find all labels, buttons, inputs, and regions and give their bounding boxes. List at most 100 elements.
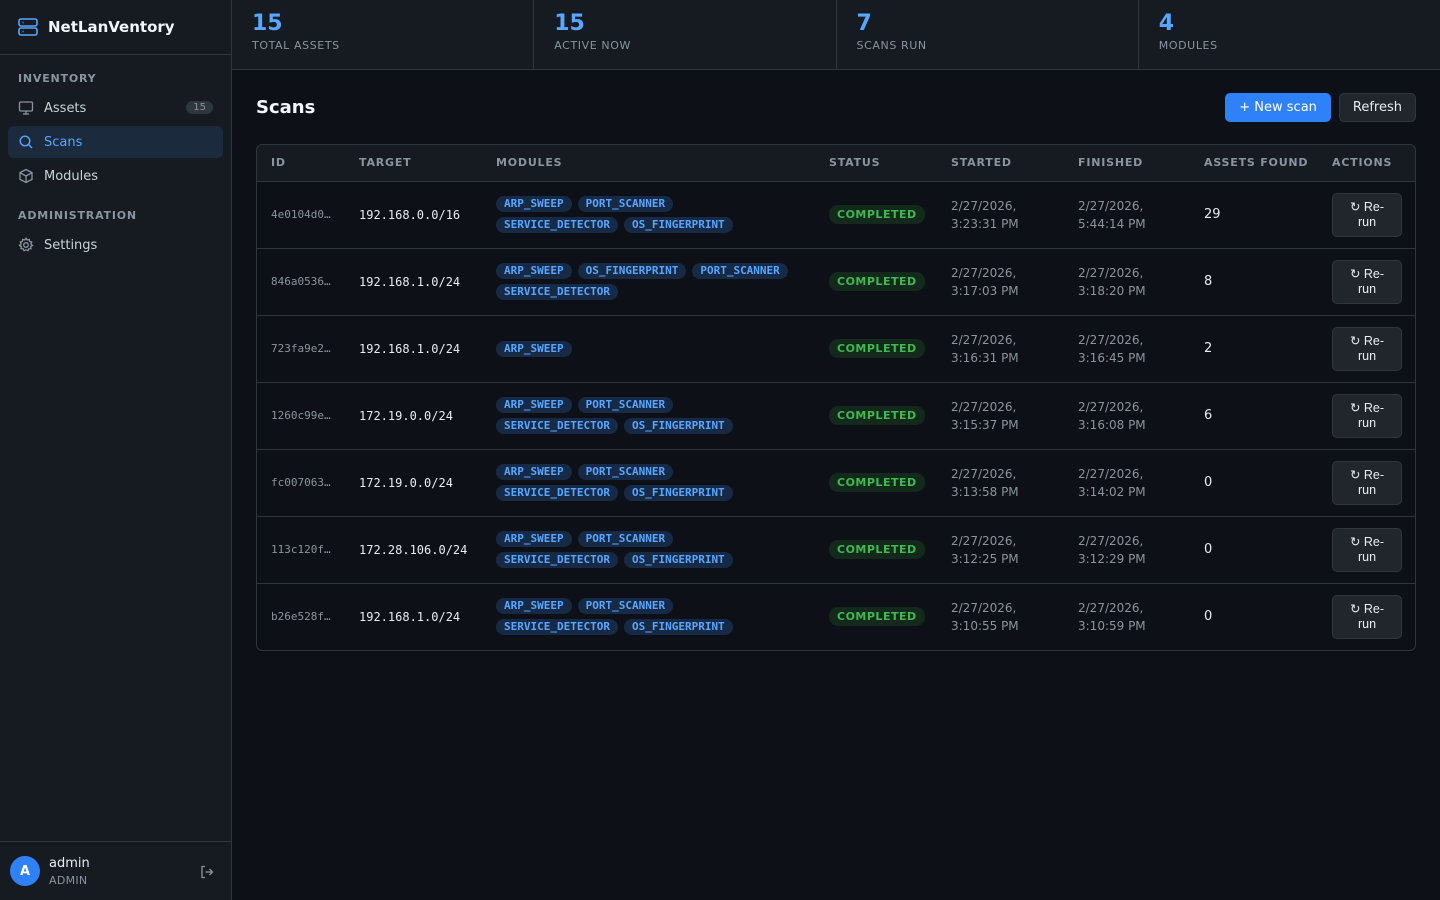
scan-started: 2/27/2026, 3:16:31 PM bbox=[937, 315, 1064, 382]
user-panel: A admin ADMIN bbox=[0, 841, 231, 900]
column-header[interactable]: STATUS bbox=[815, 145, 937, 182]
column-header[interactable]: FINISHED bbox=[1064, 145, 1190, 182]
gear-icon bbox=[18, 237, 34, 253]
started-date: 2/27/2026, bbox=[951, 600, 1017, 615]
started-time: 3:15:37 PM bbox=[951, 417, 1019, 432]
table-row[interactable]: b26e528f… 192.168.1.0/24 ARP_SWEEP PORT_S… bbox=[257, 583, 1415, 650]
module-tag: OS_FINGERPRINT bbox=[623, 418, 733, 434]
scan-actions: ↻ Re- run bbox=[1318, 248, 1415, 315]
scan-finished: 2/27/2026, 5:44:14 PM bbox=[1064, 181, 1190, 248]
server-icon bbox=[17, 16, 39, 38]
column-header[interactable]: MODULES bbox=[482, 145, 815, 182]
scan-modules: ARP_SWEEP PORT_SCANNER SERVICE_DETECTOR OS_… bbox=[482, 516, 815, 583]
finished-time: 3:16:08 PM bbox=[1078, 417, 1146, 432]
finished-time: 3:12:29 PM bbox=[1078, 551, 1146, 566]
rerun-button[interactable]: ↻ Re- run bbox=[1332, 326, 1402, 371]
started-date: 2/27/2026, bbox=[951, 198, 1017, 213]
finished-date: 2/27/2026, bbox=[1078, 399, 1144, 414]
scan-id: 1260c99e… bbox=[271, 409, 331, 422]
sidebar-item-settings[interactable]: Settings bbox=[8, 229, 223, 261]
finished-date: 2/27/2026, bbox=[1078, 198, 1144, 213]
stat-scans-run: 7 SCANS RUN bbox=[837, 0, 1139, 69]
module-tag: PORT_SCANNER bbox=[577, 531, 674, 547]
finished-date: 2/27/2026, bbox=[1078, 533, 1144, 548]
table-row[interactable]: fc007063… 172.19.0.0/24 ARP_SWEEP PORT_SC… bbox=[257, 449, 1415, 516]
column-header[interactable]: ID bbox=[257, 145, 345, 182]
column-header[interactable]: ASSETS FOUND bbox=[1190, 145, 1318, 182]
module-tag: PORT_SCANNER bbox=[577, 397, 674, 413]
started-time: 3:16:31 PM bbox=[951, 350, 1019, 365]
scan-status: COMPLETED bbox=[815, 449, 937, 516]
status-badge: COMPLETED bbox=[829, 540, 925, 559]
stat-value: 7 bbox=[856, 11, 872, 36]
logout-icon[interactable] bbox=[199, 864, 215, 880]
table-row[interactable]: 113c120f… 172.28.106.0/24 ARP_SWEEP PORT_… bbox=[257, 516, 1415, 583]
assets-found: 0 bbox=[1204, 609, 1213, 625]
sidebar-item-modules[interactable]: Modules bbox=[8, 160, 223, 192]
finished-date: 2/27/2026, bbox=[1078, 466, 1144, 481]
scan-modules: ARP_SWEEP OS_FINGERPRINT PORT_SCANNER SERVI… bbox=[482, 248, 815, 315]
module-tag: ARP_SWEEP bbox=[496, 531, 572, 547]
module-tag: OS_FINGERPRINT bbox=[577, 263, 687, 279]
module-tag: ARP_SWEEP bbox=[496, 263, 572, 279]
avatar[interactable]: A bbox=[10, 856, 40, 886]
rerun-button[interactable]: ↻ Re- run bbox=[1332, 192, 1402, 237]
table-row[interactable]: 4e0104d0… 192.168.0.0/16 ARP_SWEEP PORT_S… bbox=[257, 181, 1415, 248]
scan-status: COMPLETED bbox=[815, 315, 937, 382]
module-tag: ARP_SWEEP bbox=[496, 196, 572, 212]
new-scan-button[interactable]: + New scan bbox=[1225, 92, 1331, 122]
module-tag: OS_FINGERPRINT bbox=[623, 485, 733, 501]
started-time: 3:13:58 PM bbox=[951, 484, 1019, 499]
module-tag: OS_FINGERPRINT bbox=[623, 552, 733, 568]
scan-target: 192.168.1.0/24 bbox=[359, 341, 461, 356]
table-row[interactable]: 723fa9e2… 192.168.1.0/24 ARP_SWEEP COMPL… bbox=[257, 315, 1415, 382]
rerun-button[interactable]: ↻ Re- run bbox=[1332, 259, 1402, 304]
sidebar-item-scans[interactable]: Scans bbox=[8, 126, 223, 158]
scan-modules: ARP_SWEEP PORT_SCANNER SERVICE_DETECTOR OS_… bbox=[482, 382, 815, 449]
column-header[interactable]: TARGET bbox=[345, 145, 482, 182]
scan-actions: ↻ Re- run bbox=[1318, 382, 1415, 449]
started-time: 3:17:03 PM bbox=[951, 283, 1019, 298]
stat-value: 15 bbox=[252, 11, 283, 36]
user-name: admin bbox=[49, 855, 90, 871]
refresh-button[interactable]: Refresh bbox=[1338, 92, 1416, 122]
column-header[interactable]: ACTIONS bbox=[1318, 145, 1415, 182]
table-row[interactable]: 1260c99e… 172.19.0.0/24 ARP_SWEEP PORT_SC… bbox=[257, 382, 1415, 449]
rerun-button[interactable]: ↻ Re- run bbox=[1332, 527, 1402, 572]
rerun-button[interactable]: ↻ Re- run bbox=[1332, 594, 1402, 639]
scan-actions: ↻ Re- run bbox=[1318, 516, 1415, 583]
page-header: Scans + New scan Refresh bbox=[256, 70, 1416, 144]
status-badge: COMPLETED bbox=[829, 339, 925, 358]
status-badge: COMPLETED bbox=[829, 473, 925, 492]
module-tag: OS_FINGERPRINT bbox=[623, 619, 733, 636]
column-header[interactable]: STARTED bbox=[937, 145, 1064, 182]
scan-started: 2/27/2026, 3:12:25 PM bbox=[937, 516, 1064, 583]
assets-found: 29 bbox=[1204, 207, 1221, 222]
finished-time: 3:14:02 PM bbox=[1078, 484, 1146, 499]
module-tag: PORT_SCANNER bbox=[577, 464, 674, 480]
scan-modules: ARP_SWEEP bbox=[482, 315, 815, 382]
rerun-button[interactable]: ↻ Re- run bbox=[1332, 460, 1402, 505]
table-row[interactable]: 846a0536… 192.168.1.0/24 ARP_SWEEP OS_FIN… bbox=[257, 248, 1415, 315]
stat-label: SCANS RUN bbox=[856, 39, 927, 52]
rerun-button[interactable]: ↻ Re- run bbox=[1332, 393, 1402, 438]
sidebar-item-assets[interactable]: Assets 15 bbox=[8, 92, 223, 124]
scan-finished: 2/27/2026, 3:16:08 PM bbox=[1064, 382, 1190, 449]
assets-found: 0 bbox=[1204, 475, 1213, 490]
brand[interactable]: NetLanVentory bbox=[0, 0, 231, 55]
scans-table: ID TARGET MODULES STATUS STARTED FINISHED ASSE… bbox=[256, 144, 1416, 651]
scan-actions: ↻ Re- run bbox=[1318, 449, 1415, 516]
scan-modules: ARP_SWEEP PORT_SCANNER SERVICE_DETECTOR OS_… bbox=[482, 449, 815, 516]
scan-status: COMPLETED bbox=[815, 248, 937, 315]
scan-started: 2/27/2026, 3:23:31 PM bbox=[937, 181, 1064, 248]
started-time: 3:23:31 PM bbox=[951, 216, 1019, 231]
monitor-icon bbox=[18, 100, 34, 116]
scan-started: 2/27/2026, 3:10:55 PM bbox=[937, 583, 1064, 650]
module-tag: SERVICE_DETECTOR bbox=[496, 284, 618, 300]
sidebar: NetLanVentory INVENTORY Assets 15 Scans bbox=[0, 0, 232, 900]
cube-icon bbox=[18, 168, 34, 184]
scan-target: 192.168.1.0/24 bbox=[359, 274, 461, 289]
started-date: 2/27/2026, bbox=[951, 399, 1017, 414]
scan-started: 2/27/2026, 3:15:37 PM bbox=[937, 382, 1064, 449]
scan-started: 2/27/2026, 3:17:03 PM bbox=[937, 248, 1064, 315]
